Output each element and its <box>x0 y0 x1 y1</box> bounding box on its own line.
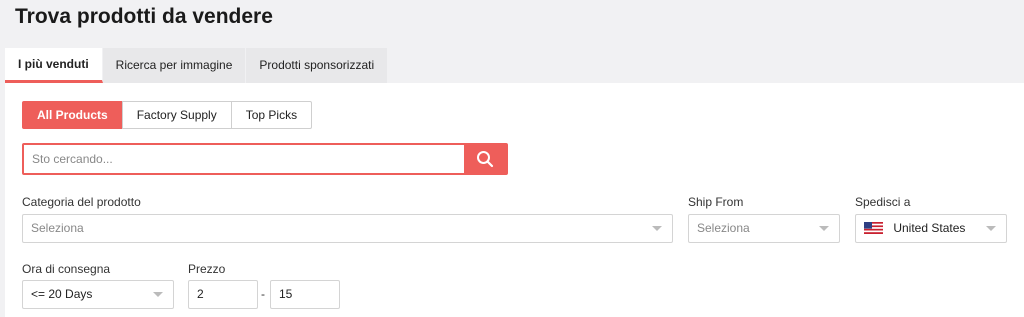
price-max-input[interactable]: 15 <box>270 280 340 309</box>
tab-image-search[interactable]: Ricerca per immagine <box>102 48 247 83</box>
chevron-down-icon <box>652 226 662 231</box>
price-label: Prezzo <box>188 262 226 276</box>
ship-from-select-value: Seleziona <box>697 221 750 235</box>
top-picks-button[interactable]: Top Picks <box>230 101 313 129</box>
tab-sponsored-products[interactable]: Prodotti sponsorizzati <box>246 48 389 83</box>
delivery-time-label: Ora di consegna <box>22 262 111 276</box>
price-range-separator: - <box>261 287 265 301</box>
page-title: Trova prodotti da vendere <box>15 5 273 28</box>
price-min-input[interactable]: 2 <box>188 280 258 309</box>
chevron-down-icon <box>153 292 163 297</box>
search-panel: All Products Factory Supply Top Picks Ca… <box>5 83 1024 317</box>
us-flag-icon <box>864 221 883 234</box>
ship-to-label: Spedisci a <box>855 195 911 209</box>
category-select-value: Seleziona <box>31 221 84 235</box>
product-source-segmented-control: All Products Factory Supply Top Picks <box>22 101 313 129</box>
tab-bestsellers[interactable]: I più venduti <box>5 48 103 83</box>
ship-from-label: Ship From <box>688 195 744 209</box>
ship-to-select-value: United States <box>893 221 966 235</box>
search-bar <box>22 143 508 175</box>
chevron-down-icon <box>819 226 829 231</box>
category-select[interactable]: Seleziona <box>22 214 673 243</box>
search-button[interactable] <box>464 145 506 173</box>
tab-bar: I più venduti Ricerca per immagine Prodo… <box>5 48 389 83</box>
factory-supply-button[interactable]: Factory Supply <box>121 101 232 129</box>
category-label: Categoria del prodotto <box>22 195 141 209</box>
search-input[interactable] <box>24 145 464 173</box>
ship-to-select[interactable]: United States <box>855 214 1007 243</box>
chevron-down-icon <box>986 226 996 231</box>
delivery-time-select[interactable]: <= 20 Days <box>22 280 174 309</box>
search-icon <box>477 151 494 168</box>
ship-from-select[interactable]: Seleziona <box>688 214 840 243</box>
delivery-time-select-value: <= 20 Days <box>31 287 93 301</box>
all-products-button[interactable]: All Products <box>22 101 123 129</box>
